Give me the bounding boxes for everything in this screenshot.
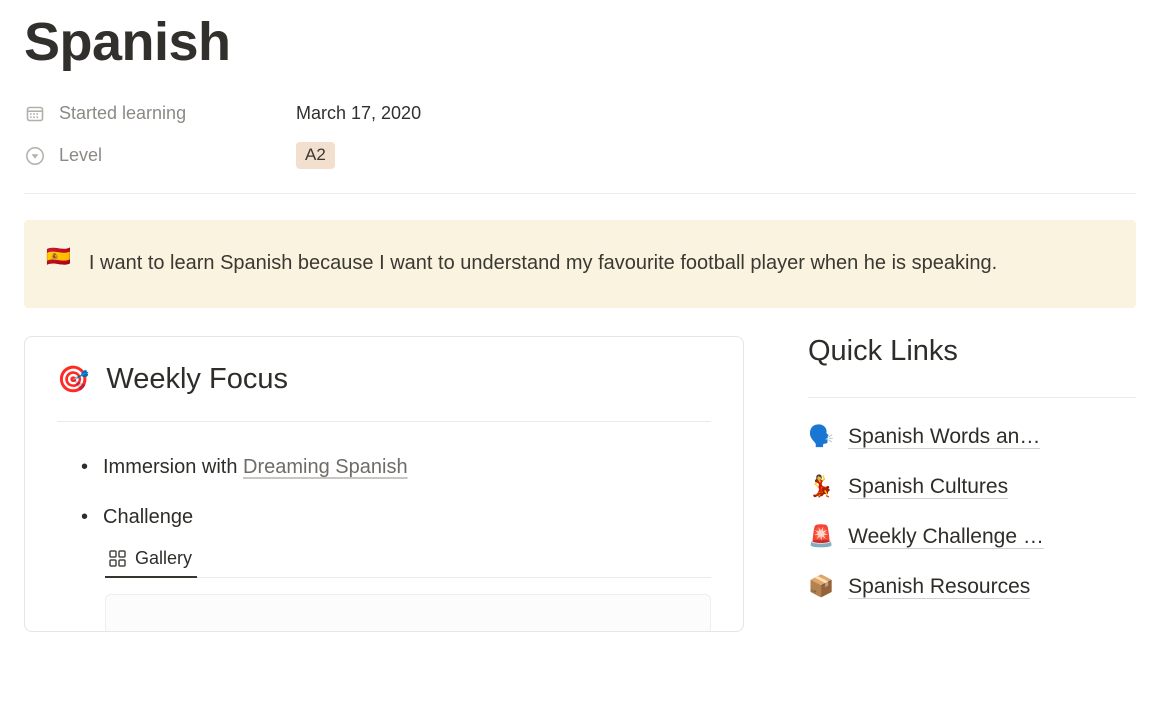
gallery-grid-icon — [109, 549, 126, 567]
column-right: Quick Links 🗣️ Spanish Words an… 💃 Spani… — [808, 335, 1136, 632]
column-left: 🎯 Weekly Focus • Immersion with Dreaming… — [24, 335, 744, 632]
property-label-started-learning: Started learning — [24, 103, 296, 125]
quick-links-list: 🗣️ Spanish Words an… 💃 Spanish Cultures … — [808, 412, 1136, 612]
property-value-date[interactable]: March 17, 2020 — [296, 103, 421, 124]
inline-database: Gallery — [57, 548, 711, 631]
gallery-card[interactable] — [105, 593, 711, 631]
property-name: Started learning — [59, 103, 187, 124]
callout-text: I want to learn Spanish because I want t… — [88, 251, 998, 274]
quick-link-label[interactable]: Spanish Words an… — [848, 425, 1040, 449]
list-item[interactable]: 🗣️ Spanish Words an… — [808, 412, 1136, 462]
tab-label: Gallery — [135, 547, 193, 568]
list-item-text: Challenge — [103, 505, 194, 528]
direct-hit-icon: 🎯 — [57, 364, 90, 395]
flag-spain-icon: 🇪🇸 — [46, 245, 71, 268]
property-name: Level — [59, 145, 103, 166]
select-chevron-icon — [24, 145, 46, 167]
list-item-text: Immersion with Dreaming Spanish — [103, 442, 408, 492]
card-divider — [57, 420, 711, 422]
quick-link-label[interactable]: Spanish Resources — [848, 575, 1030, 599]
list-item-prefix: Immersion with — [103, 455, 244, 478]
weekly-focus-header: 🎯 Weekly Focus — [57, 363, 711, 396]
database-view-tabs: Gallery — [105, 548, 711, 577]
list-item[interactable]: 📦 Spanish Resources — [808, 562, 1136, 612]
notion-page: Spanish Started learning March 17, 2020 … — [0, 0, 1160, 716]
list-item[interactable]: 💃 Spanish Cultures — [808, 462, 1136, 512]
property-value-level[interactable]: A2 — [296, 141, 335, 170]
tab-gallery[interactable]: Gallery — [105, 548, 196, 577]
calendar-icon — [24, 103, 46, 125]
weekly-focus-bullet-list: • Immersion with Dreaming Spanish • Chal… — [57, 442, 711, 542]
quick-link-label[interactable]: Spanish Cultures — [848, 475, 1008, 499]
tab-underline — [105, 575, 711, 578]
quick-link-label[interactable]: Weekly Challenge … — [848, 525, 1044, 549]
woman-dancing-icon: 💃 — [808, 475, 835, 499]
dreaming-spanish-link[interactable]: Dreaming Spanish — [243, 456, 408, 478]
speaking-head-icon: 🗣️ — [808, 425, 835, 449]
callout-block[interactable]: 🇪🇸 I want to learn Spanish because I wan… — [24, 219, 1136, 308]
list-item[interactable]: 🚨 Weekly Challenge … — [808, 512, 1136, 562]
status-badge[interactable]: A2 — [296, 141, 335, 170]
column-layout: 🎯 Weekly Focus • Immersion with Dreaming… — [24, 335, 1136, 632]
property-row-level[interactable]: Level A2 — [24, 135, 1136, 177]
police-car-light-icon: 🚨 — [808, 525, 835, 549]
weekly-focus-card: 🎯 Weekly Focus • Immersion with Dreaming… — [24, 335, 744, 632]
bullet-dot-icon: • — [81, 505, 89, 528]
page-title[interactable]: Spanish — [24, 0, 1136, 71]
section-divider — [24, 192, 1136, 194]
weekly-focus-title[interactable]: Weekly Focus — [106, 363, 288, 396]
page-properties: Started learning March 17, 2020 Level A2 — [24, 93, 1136, 177]
bullet-dot-icon: • — [81, 455, 89, 478]
quick-links-title[interactable]: Quick Links — [808, 335, 1136, 368]
list-item[interactable]: • Challenge — [81, 492, 711, 542]
property-label-level: Level — [24, 145, 296, 167]
property-row-started-learning[interactable]: Started learning March 17, 2020 — [24, 93, 1136, 135]
package-icon: 📦 — [808, 575, 835, 599]
list-item[interactable]: • Immersion with Dreaming Spanish — [81, 442, 711, 492]
quick-links-divider — [808, 396, 1136, 398]
